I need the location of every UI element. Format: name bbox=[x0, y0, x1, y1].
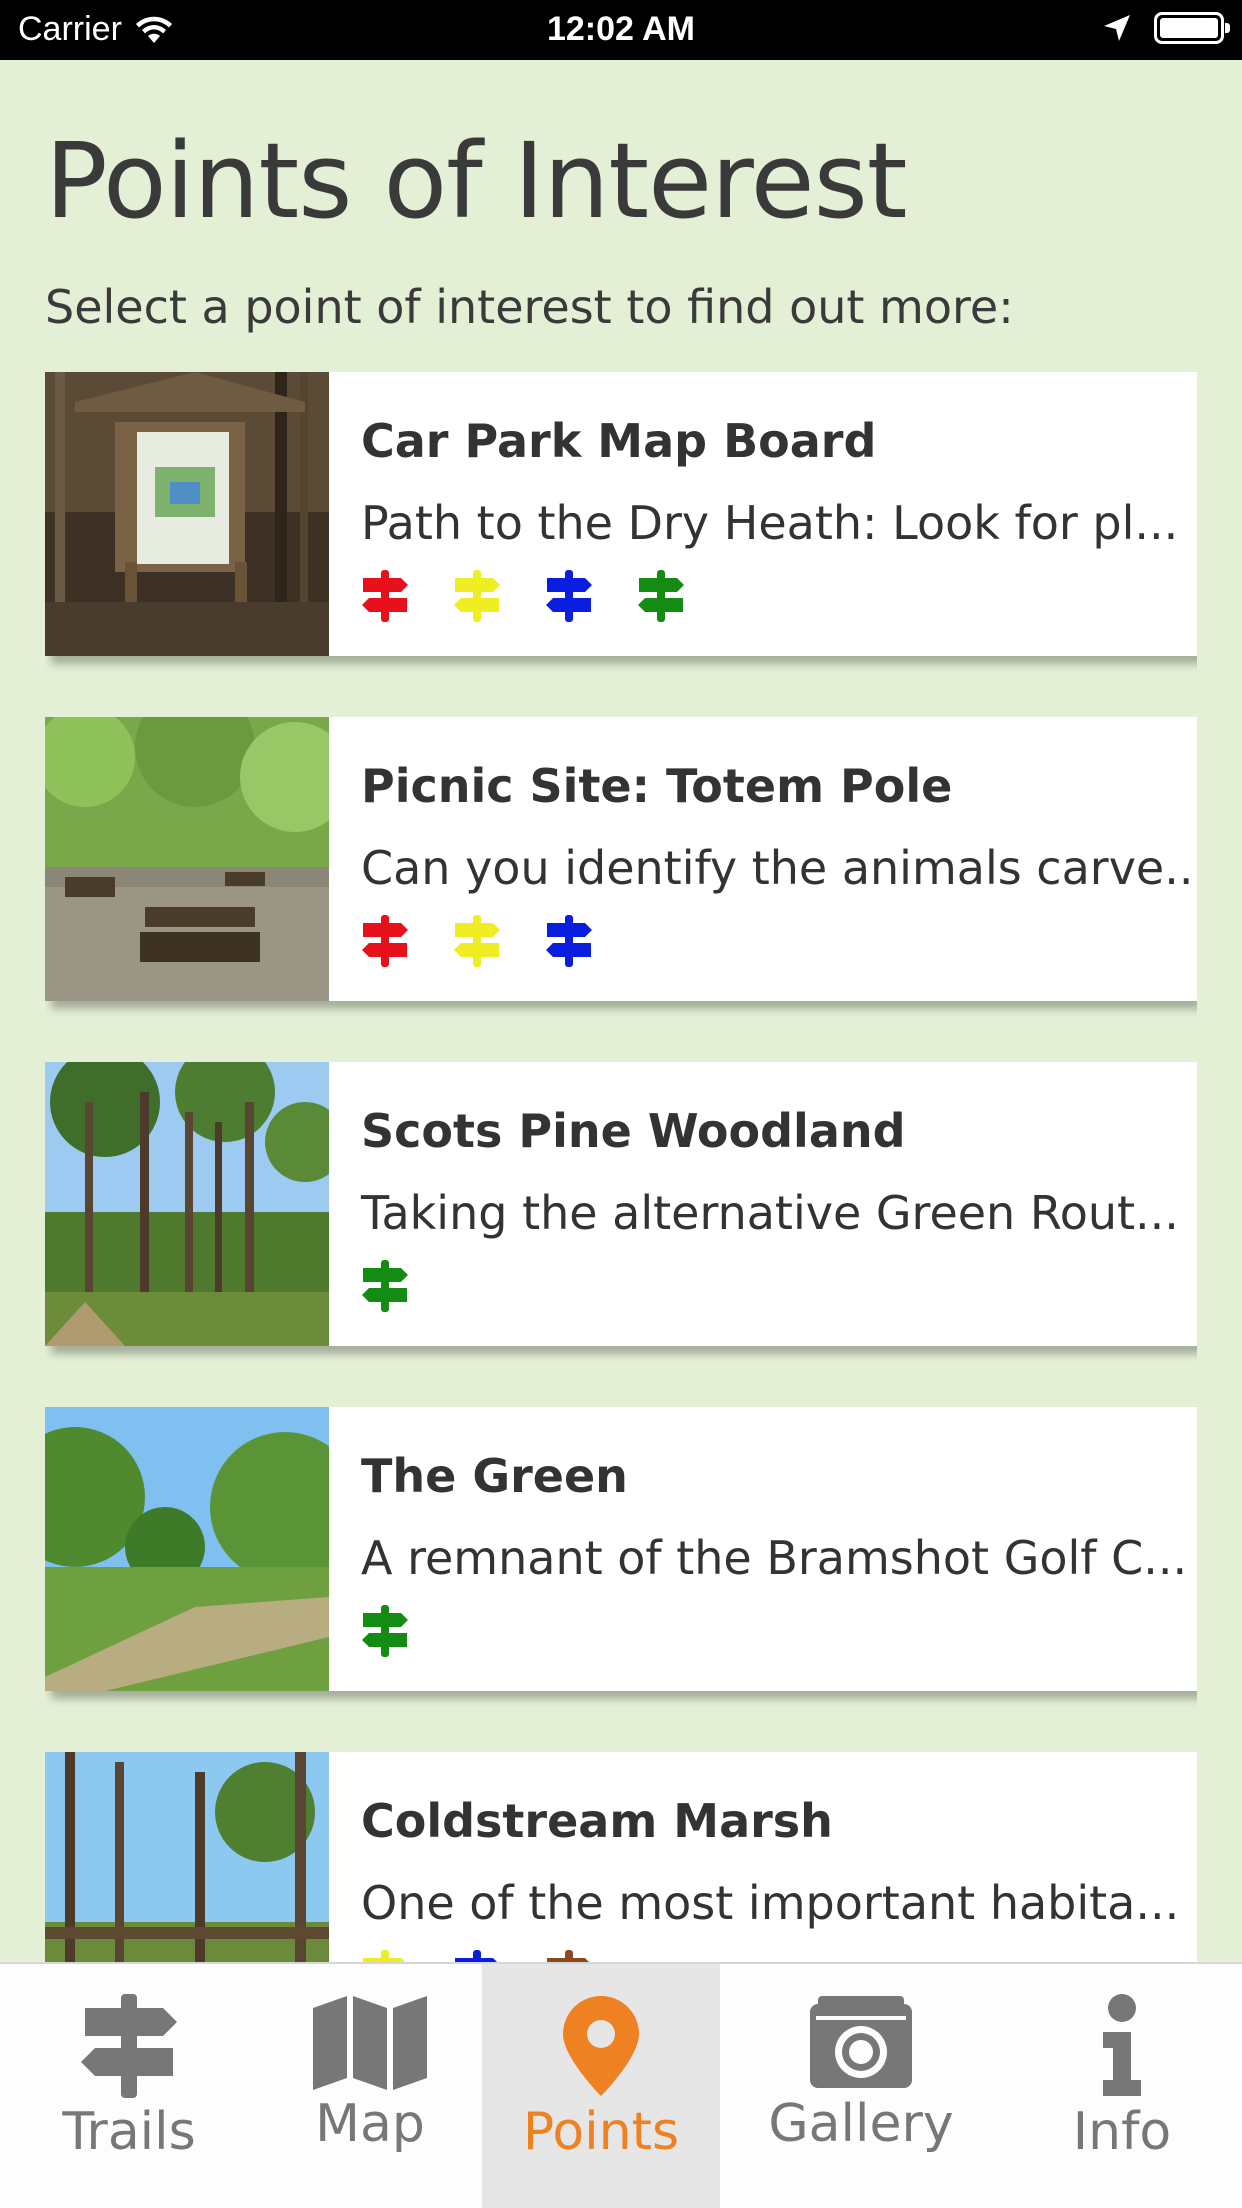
tab-gallery[interactable]: Gallery bbox=[720, 1964, 1002, 2208]
point-card[interactable]: Picnic Site: Totem Pole Can you identify… bbox=[45, 717, 1197, 1001]
tab-label: Map bbox=[315, 2094, 425, 2154]
tab-bar: Trails Map Points Gallery Info bbox=[0, 1962, 1242, 2208]
tab-label: Trails bbox=[62, 2102, 196, 2162]
point-description: One of the most important habita... bbox=[361, 1876, 1180, 1930]
point-card[interactable]: The Green A remnant of the Bramshot Golf… bbox=[45, 1407, 1197, 1691]
trail-signpost-icon bbox=[362, 1260, 408, 1312]
status-bar: Carrier 12:02 AM bbox=[0, 0, 1242, 60]
point-title: Picnic Site: Totem Pole bbox=[361, 759, 953, 813]
page-subtitle: Select a point of interest to find out m… bbox=[45, 280, 1014, 334]
clock: 12:02 AM bbox=[546, 10, 696, 48]
trail-markers bbox=[361, 570, 1197, 622]
trail-signpost-icon bbox=[547, 1950, 589, 1962]
tab-info[interactable]: Info bbox=[1002, 1964, 1242, 2208]
trail-markers bbox=[361, 1260, 1197, 1312]
tab-points[interactable]: Points bbox=[482, 1964, 720, 2208]
trail-signpost-icon bbox=[455, 1950, 497, 1962]
trail-signpost-icon bbox=[454, 570, 500, 622]
trail-markers bbox=[361, 1950, 1197, 1962]
tab-label: Points bbox=[522, 2102, 680, 2162]
point-title: The Green bbox=[361, 1449, 628, 1503]
trail-markers bbox=[361, 1605, 1197, 1657]
location-arrow-icon bbox=[1104, 15, 1130, 41]
point-card[interactable]: Car Park Map Board Path to the Dry Heath… bbox=[45, 372, 1197, 656]
point-photo-pine-woodland bbox=[45, 1062, 329, 1346]
trail-signpost-icon bbox=[546, 570, 592, 622]
map-pin-icon bbox=[563, 1996, 639, 2096]
map-icon bbox=[313, 1996, 427, 2090]
trail-signpost-icon bbox=[362, 1605, 408, 1657]
trail-signpost-icon bbox=[362, 915, 408, 967]
tab-trails[interactable]: Trails bbox=[0, 1964, 258, 2208]
point-photo-map-board bbox=[45, 372, 329, 656]
page-title: Points of Interest bbox=[45, 120, 908, 242]
signpost-icon bbox=[81, 1994, 177, 2098]
point-description: Can you identify the animals carve... bbox=[361, 841, 1197, 895]
point-title: Scots Pine Woodland bbox=[361, 1104, 906, 1158]
trail-signpost-icon bbox=[638, 570, 684, 622]
point-description: Path to the Dry Heath: Look for pl... bbox=[361, 496, 1179, 550]
tab-map[interactable]: Map bbox=[258, 1964, 482, 2208]
point-photo-picnic-site bbox=[45, 717, 329, 1001]
point-title: Car Park Map Board bbox=[361, 414, 877, 468]
point-description: Taking the alternative Green Rout... bbox=[361, 1186, 1179, 1240]
trail-signpost-icon bbox=[362, 570, 408, 622]
point-photo-coldstream-marsh bbox=[45, 1752, 329, 1962]
tab-label: Gallery bbox=[768, 2094, 954, 2154]
point-description: A remnant of the Bramshot Golf C... bbox=[361, 1531, 1188, 1585]
point-title: Coldstream Marsh bbox=[361, 1794, 833, 1848]
point-card[interactable]: Coldstream Marsh One of the most importa… bbox=[45, 1752, 1197, 1962]
trail-signpost-icon bbox=[454, 915, 500, 967]
trail-markers bbox=[361, 915, 1197, 967]
trail-signpost-icon bbox=[546, 915, 592, 967]
points-list[interactable]: Car Park Map Board Path to the Dry Heath… bbox=[45, 372, 1197, 1962]
battery-icon bbox=[1154, 12, 1230, 44]
trail-signpost-icon bbox=[363, 1950, 405, 1962]
camera-icon bbox=[810, 1996, 912, 2088]
point-card[interactable]: Scots Pine Woodland Taking the alternati… bbox=[45, 1062, 1197, 1346]
point-photo-the-green bbox=[45, 1407, 329, 1691]
info-icon bbox=[1103, 1994, 1141, 2096]
tab-label: Info bbox=[1072, 2102, 1172, 2162]
